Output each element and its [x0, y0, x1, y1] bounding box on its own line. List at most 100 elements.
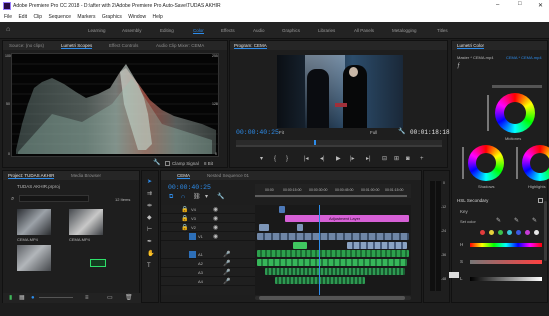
hsl-secondary-checkbox[interactable] — [538, 198, 543, 203]
master-clip-label[interactable]: Master * CEMA.mp4 — [457, 55, 493, 60]
audio-a2-clip[interactable] — [257, 259, 407, 266]
razor-tool-icon[interactable]: ◆ — [147, 215, 152, 221]
eye-icon[interactable]: ◉ — [213, 216, 218, 222]
selection-tool-icon[interactable]: ➤ — [147, 179, 152, 185]
swatch-blue[interactable] — [516, 230, 521, 235]
menu-edit[interactable]: Edit — [18, 13, 27, 22]
track-v1-label[interactable]: V1 — [198, 234, 203, 239]
tab-effect-controls[interactable]: Effect Controls — [109, 43, 138, 48]
swatch-red[interactable] — [480, 230, 485, 235]
bit-depth-select[interactable]: 8 Bit — [204, 161, 213, 166]
swatch-magenta[interactable] — [525, 230, 530, 235]
workspace-titles[interactable]: Titles — [437, 28, 448, 33]
hand-tool-icon[interactable]: ✋ — [147, 251, 154, 257]
zoom-slider[interactable] — [39, 297, 73, 298]
sort-icon[interactable]: ≡ — [85, 295, 89, 301]
step-back-icon[interactable]: ◂| — [320, 156, 325, 162]
timeline-scroll-thumb[interactable] — [259, 296, 405, 300]
midtones-slider[interactable] — [487, 95, 489, 131]
pen-tool-icon[interactable]: ✒ — [147, 239, 152, 245]
shadows-slider[interactable] — [462, 147, 464, 179]
trash-icon[interactable]: 🗑 — [125, 295, 133, 301]
program-current-timecode[interactable]: 00:00:40:25 — [236, 129, 279, 136]
add-marker-icon[interactable]: ▾ — [205, 194, 208, 200]
mic-icon[interactable]: 🎤 — [223, 261, 230, 267]
clamp-signal-checkbox[interactable] — [165, 161, 170, 166]
mic-icon[interactable]: 🎤 — [223, 279, 230, 285]
sequence-clip-label[interactable]: CEMA * CEMA.mp4 — [506, 55, 542, 60]
track-v1-target[interactable] — [189, 233, 196, 240]
clip-v1-green[interactable] — [293, 242, 307, 249]
eye-icon[interactable]: ◉ — [213, 234, 218, 240]
nest-icon[interactable]: ⧉ — [169, 194, 173, 200]
audio-a4-clip[interactable] — [275, 277, 365, 284]
tab-audio-clip-mixer[interactable]: Audio Clip Mixer: CEMA — [156, 43, 204, 48]
close-button[interactable]: ✕ — [538, 2, 543, 9]
lock-icon[interactable]: 🔒 — [181, 207, 188, 213]
track-v2-label[interactable]: V2 — [191, 225, 196, 230]
swatch-white[interactable] — [534, 230, 539, 235]
track-v3-label[interactable]: V3 — [191, 216, 196, 221]
clip-v1-track[interactable] — [257, 233, 409, 240]
audio-a3-clip[interactable] — [265, 268, 405, 275]
menu-markers[interactable]: Markers — [77, 13, 95, 22]
midtones-wheel[interactable] — [495, 93, 535, 133]
new-bin-icon[interactable]: ▭ — [107, 295, 113, 301]
mic-icon[interactable]: 🎤 — [223, 270, 230, 276]
saturation-range-bar[interactable] — [470, 260, 542, 264]
workspace-libraries[interactable]: Libraries — [318, 28, 335, 33]
workspace-learning[interactable]: Learning — [88, 28, 106, 33]
track-v4-label[interactable]: V4 — [191, 207, 196, 212]
track-a1-target[interactable] — [189, 251, 196, 258]
track-a3-label[interactable]: A3 — [198, 270, 203, 275]
minimize-button[interactable]: – — [496, 2, 499, 8]
search-icon[interactable]: ⌕ — [11, 196, 14, 202]
project-thumbnail-2[interactable] — [69, 209, 103, 235]
timeline-ruler[interactable]: 00:00 00:00:15:00 00:00:30:00 00:00:45:0… — [255, 184, 411, 198]
workspace-editing[interactable]: Editing — [160, 28, 174, 33]
overwrite-icon[interactable]: ⊞ — [394, 156, 399, 162]
highlights-wheel[interactable] — [522, 145, 549, 181]
clip-v2-b[interactable] — [297, 224, 303, 231]
swatch-green[interactable] — [498, 230, 503, 235]
tab-sequence-cema[interactable]: CEMA — [177, 173, 191, 179]
camera-icon[interactable]: ◙ — [406, 156, 410, 162]
quality-select[interactable]: Full — [370, 130, 377, 135]
marker-icon[interactable]: ▾ — [260, 156, 263, 162]
timeline-clip-area[interactable]: Adjustment Layer — [255, 205, 411, 295]
track-select-tool-icon[interactable]: ⇉ — [147, 191, 152, 197]
slip-tool-icon[interactable]: ⊢ — [147, 227, 152, 233]
lumetri-scrollbar[interactable] — [544, 201, 547, 261]
tab-lumetri-scopes[interactable]: Lumetri Scopes — [61, 43, 93, 49]
key-label[interactable]: Key — [460, 209, 468, 214]
clip-v2-a[interactable] — [259, 224, 269, 231]
highlights-color-wheel[interactable] — [522, 145, 549, 181]
mark-out-icon[interactable]: } — [286, 156, 288, 162]
audio-a1-clip[interactable] — [257, 250, 409, 257]
icon-view-icon[interactable]: ▦ — [19, 295, 25, 301]
timeline-timecode[interactable]: 00:00:40:25 — [168, 184, 211, 191]
tab-source[interactable]: Source: (no clips) — [9, 43, 44, 48]
eyedropper-remove-icon[interactable]: ✎ — [532, 218, 537, 224]
midtones-color-wheel[interactable] — [495, 93, 535, 133]
wrench-icon[interactable]: 🔧 — [398, 129, 405, 135]
type-tool-icon[interactable]: T — [147, 263, 151, 269]
wrench-icon[interactable]: 🔧 — [153, 160, 160, 166]
shadows-wheel[interactable] — [468, 145, 504, 181]
clip-v4[interactable] — [279, 206, 285, 213]
lock-icon[interactable]: 🔒 — [181, 216, 188, 222]
swatch-cyan[interactable] — [507, 230, 512, 235]
eye-icon[interactable]: ◉ — [213, 207, 218, 213]
mic-icon[interactable]: 🎤 — [223, 252, 230, 258]
zoom-icon[interactable]: ● — [31, 295, 35, 301]
workspace-audio[interactable]: Audio — [253, 28, 265, 33]
linked-selection-icon[interactable]: ⛓ — [193, 194, 201, 200]
workspace-color[interactable]: Color — [193, 28, 204, 34]
shadows-color-wheel[interactable] — [468, 145, 504, 181]
menu-help[interactable]: Help — [152, 13, 162, 22]
lock-icon[interactable]: 🔒 — [181, 225, 188, 231]
go-to-in-icon[interactable]: |◂ — [304, 156, 309, 162]
step-forward-icon[interactable]: |▸ — [350, 156, 355, 162]
workspace-metalogging[interactable]: Metalogging — [392, 28, 417, 33]
fx-icon[interactable]: ƒ — [457, 63, 460, 69]
